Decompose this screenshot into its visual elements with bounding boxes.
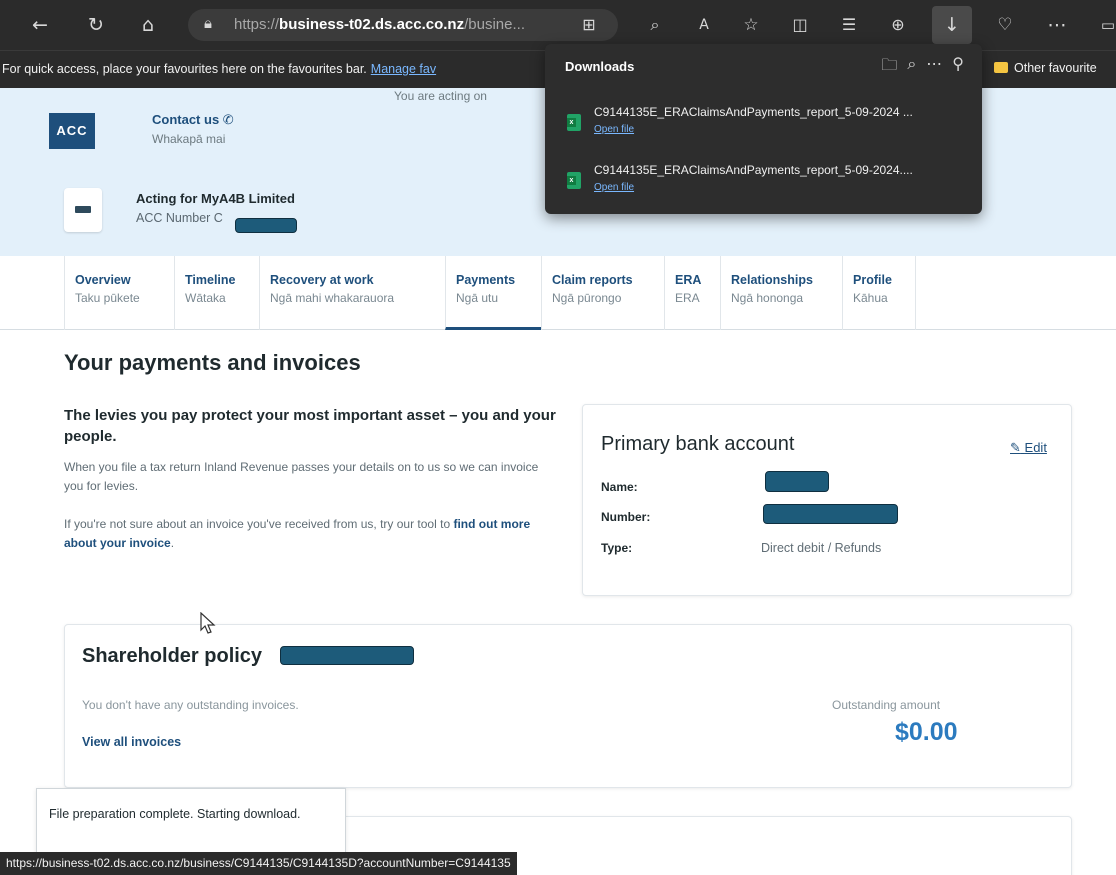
mouse-cursor-icon: [200, 612, 216, 634]
tab-sublabel: ERA: [675, 291, 700, 305]
browser-toolbar: ← ↻ ⌂ 🔒︎ https://business-t02.ds.acc.co.…: [0, 0, 1116, 50]
manage-favourites-link[interactable]: Manage fav: [371, 62, 436, 76]
tab-label: Relationships: [731, 273, 813, 287]
contact-us-link[interactable]: Contact us ✆: [152, 112, 234, 128]
bank-account-title: Primary bank account: [601, 433, 795, 455]
tab-timeline[interactable]: Timeline Wātaka: [174, 256, 259, 330]
tab-label: Payments: [456, 273, 516, 287]
intro-paragraph: When you file a tax return Inland Revenu…: [64, 460, 539, 493]
bank-name-label: Name:: [601, 480, 638, 494]
acc-number-label: ACC Number C: [136, 211, 223, 225]
acting-notice: You are acting on: [394, 89, 487, 103]
excel-file-icon: x: [567, 114, 581, 131]
home-icon[interactable]: ⌂: [134, 11, 162, 39]
refresh-icon[interactable]: ↻: [82, 11, 110, 39]
business-icon: [64, 188, 102, 232]
tab-payments[interactable]: Payments Ngā utu: [445, 256, 541, 330]
more-icon[interactable]: ⋯: [1043, 11, 1071, 39]
folder-icon: [994, 62, 1008, 73]
tab-label: Recovery at work: [270, 273, 374, 287]
downloads-title: Downloads: [565, 59, 635, 74]
tab-sublabel: Ngā pūrongo: [552, 291, 622, 305]
open-file-link[interactable]: Open file: [594, 124, 634, 135]
redacted-account-number: [763, 504, 898, 524]
bank-type-value: Direct debit / Refunds: [761, 541, 882, 555]
no-invoices-message: You don't have any outstanding invoices.: [82, 698, 299, 712]
tab-recovery-at-work[interactable]: Recovery at work Ngā mahi whakarauora: [259, 256, 445, 330]
tab-sublabel: Kāhua: [853, 291, 888, 305]
policy-title: Shareholder policy: [82, 645, 263, 667]
redacted-acc-number: [235, 218, 297, 233]
address-bar[interactable]: 🔒︎ https://business-t02.ds.acc.co.nz/bus…: [188, 9, 618, 41]
phone-icon: ✆: [222, 112, 234, 127]
split-screen-icon[interactable]: ◫: [786, 11, 814, 39]
redacted-policy-number: [280, 646, 414, 665]
contact-us-subtitle: Whakapā mai: [152, 132, 226, 146]
bank-number-label: Number:: [601, 510, 651, 524]
lock-icon[interactable]: 🔒︎: [204, 14, 212, 32]
edit-bank-account-link[interactable]: ✎ Edit: [1010, 440, 1047, 456]
tab-sublabel: Taku pūkete: [75, 291, 140, 305]
favourite-icon[interactable]: ☆: [737, 11, 765, 39]
download-item[interactable]: x C9144135E_ERAClaimsAndPayments_report_…: [545, 100, 982, 152]
outstanding-amount-value: $0.00: [895, 718, 958, 746]
tab-sublabel: Wātaka: [185, 291, 226, 305]
redacted-account-name: [765, 471, 829, 492]
tab-sublabel: Ngā hononga: [731, 291, 804, 305]
acc-logo[interactable]: ACC: [49, 113, 95, 149]
tab-era[interactable]: ERA ERA: [664, 256, 720, 330]
back-icon[interactable]: ←: [26, 11, 54, 39]
apps-icon[interactable]: ⊞: [575, 11, 603, 39]
search-icon[interactable]: ⌕: [907, 54, 916, 81]
tab-relationships[interactable]: Relationships Ngā hononga: [720, 256, 842, 330]
tab-label: ERA: [675, 273, 702, 287]
tab-claim-reports[interactable]: Claim reports Ngā pūrongo: [541, 256, 664, 330]
favourites-list-icon[interactable]: ☰: [835, 11, 863, 39]
download-icon: ↓: [944, 14, 960, 36]
download-item[interactable]: x C9144135E_ERAClaimsAndPayments_report_…: [545, 158, 982, 210]
tab-label: Overview: [75, 273, 131, 287]
tab-sublabel: Ngā mahi whakarauora: [270, 291, 395, 305]
browser-essentials-icon[interactable]: ♡: [991, 11, 1019, 39]
favourites-bar-message: For quick access, place your favourites …: [2, 62, 437, 76]
tab-sublabel: Ngā utu: [456, 291, 499, 305]
page-title: Your payments and invoices: [64, 350, 361, 375]
download-filename: C9144135E_ERAClaimsAndPayments_report_5-…: [594, 163, 913, 177]
link-status-bar: https://business-t02.ds.acc.co.nz/busine…: [0, 852, 517, 875]
more-options-icon[interactable]: ⋯: [926, 54, 942, 81]
downloads-panel: Downloads 🗀 ⌕ ⋯ ⚲ x C9144135E_ERAClaimsA…: [545, 44, 982, 214]
tab-profile[interactable]: Profile Kāhua: [842, 256, 916, 330]
invoice-help-paragraph: If you're not sure about an invoice you'…: [64, 517, 531, 550]
excel-file-icon: x: [567, 172, 581, 189]
download-filename: C9144135E_ERAClaimsAndPayments_report_5-…: [594, 105, 913, 119]
tab-label: Profile: [853, 273, 892, 287]
open-file-link[interactable]: Open file: [594, 182, 634, 193]
read-aloud-icon[interactable]: A: [690, 11, 718, 39]
downloads-button[interactable]: ↓: [932, 6, 972, 44]
bank-type-label: Type:: [601, 541, 633, 555]
tab-overview[interactable]: Overview Taku pūkete: [64, 256, 174, 330]
tab-label: Claim reports: [552, 273, 633, 287]
sidebar-icon[interactable]: ▭: [1094, 11, 1116, 39]
intro-heading: The levies you pay protect your most imp…: [64, 407, 556, 445]
view-all-invoices-link[interactable]: View all invoices: [82, 735, 181, 749]
tab-label: Timeline: [185, 273, 236, 287]
open-folder-icon[interactable]: 🗀: [881, 54, 897, 81]
collections-icon[interactable]: ⊕: [884, 11, 912, 39]
other-favourites[interactable]: Other favourite: [994, 61, 1097, 75]
zoom-icon[interactable]: ⌕: [641, 11, 669, 39]
pencil-icon: ✎: [1010, 440, 1021, 455]
acting-for-label: Acting for MyA4B Limited: [136, 191, 295, 206]
pin-icon[interactable]: ⚲: [952, 54, 964, 81]
address-bar-url[interactable]: https://business-t02.ds.acc.co.nz/busine…: [234, 16, 525, 33]
download-toast: File preparation complete. Starting down…: [36, 788, 346, 858]
outstanding-amount-label: Outstanding amount: [832, 698, 941, 712]
